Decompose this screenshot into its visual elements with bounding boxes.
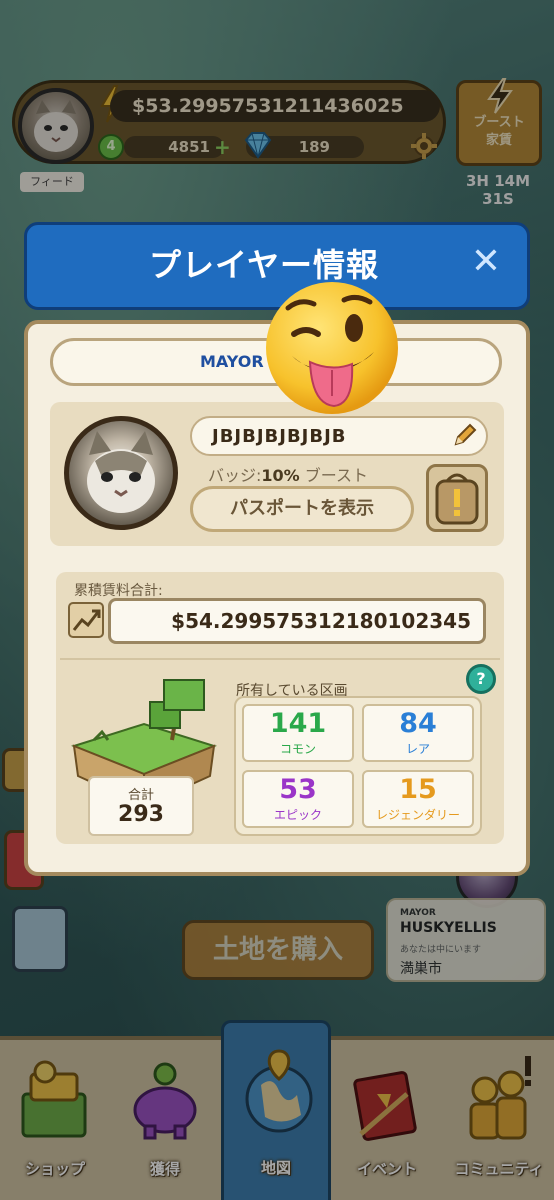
- tile-legendary-count: 15: [399, 774, 437, 805]
- earnings-label: 累積賃料合計:: [74, 583, 163, 599]
- tile-epic-label: エピック: [273, 808, 322, 822]
- badge-value: 10%: [261, 466, 300, 485]
- player-name: JBJBJBJBJBJB: [212, 426, 347, 447]
- trend-up-icon: [68, 602, 104, 638]
- player-avatar: [64, 416, 178, 530]
- close-button[interactable]: ✕: [466, 242, 506, 282]
- tile-legendary: 15 レジェンダリー: [362, 770, 474, 828]
- help-button[interactable]: ?: [466, 664, 496, 694]
- tile-rare-label: レア: [405, 742, 430, 756]
- view-passport-button[interactable]: パスポートを表示: [190, 486, 414, 532]
- tile-epic-count: 53: [279, 774, 317, 805]
- tile-common-label: コモン: [279, 742, 316, 756]
- badge-prefix: バッジ:: [208, 466, 262, 485]
- total-earnings-field: $54.299575312180102345: [108, 598, 486, 644]
- tile-epic: 53 エピック: [242, 770, 354, 828]
- tile-common: 141 コモン: [242, 704, 354, 762]
- badge-suffix: ブースト: [299, 466, 368, 485]
- backpack-button[interactable]: [426, 464, 488, 532]
- tile-legendary-label: レジェンダリー: [375, 808, 460, 822]
- total-label: 合計: [127, 788, 154, 803]
- divider: [60, 658, 500, 660]
- tile-common-count: 141: [269, 708, 327, 739]
- tile-rare-count: 84: [399, 708, 437, 739]
- winking-face-emoji-icon: [266, 282, 398, 414]
- player-rank: MAYOR: [200, 352, 264, 371]
- tile-rare: 84 レア: [362, 704, 474, 762]
- badge-boost: バッジ:10% ブースト: [208, 462, 368, 486]
- backpack-icon: [435, 473, 479, 525]
- total-value: 293: [118, 802, 164, 827]
- edit-pencil-icon[interactable]: [452, 422, 478, 448]
